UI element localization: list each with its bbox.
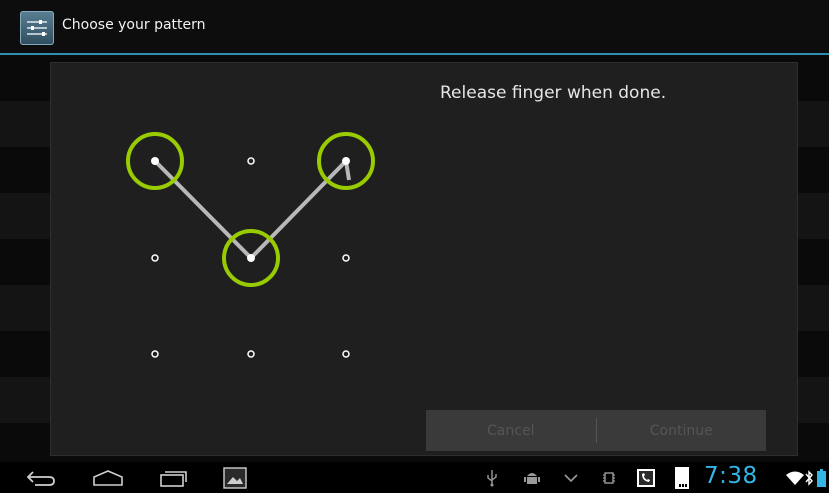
- sd-card-icon: [672, 462, 692, 493]
- download-icon: [561, 462, 581, 493]
- pattern-dot-9[interactable]: [342, 350, 350, 358]
- status-clock: 7:38: [704, 463, 758, 489]
- chip-icon: [599, 462, 619, 493]
- pattern-dot-4[interactable]: [151, 254, 159, 262]
- pattern-dot-1[interactable]: [151, 157, 159, 165]
- pattern-dot-7[interactable]: [151, 350, 159, 358]
- recent-apps-icon[interactable]: [153, 462, 193, 493]
- continue-button[interactable]: Continue: [597, 410, 767, 451]
- back-icon[interactable]: [20, 462, 60, 493]
- instruction-text: Release finger when done.: [440, 83, 667, 103]
- cancel-button[interactable]: Cancel: [426, 410, 596, 451]
- pattern-dot-5[interactable]: [247, 254, 255, 262]
- pattern-path-segment: [153, 159, 253, 260]
- button-bar: Cancel Continue: [426, 410, 766, 451]
- wifi-icon: [786, 462, 804, 493]
- pattern-dot-6[interactable]: [342, 254, 350, 262]
- pattern-path-segment: [249, 159, 348, 260]
- usb-icon: [482, 462, 502, 493]
- home-icon[interactable]: [88, 462, 128, 493]
- bluetooth-icon: [804, 462, 814, 493]
- screenshot-icon[interactable]: [220, 462, 250, 493]
- pattern-dot-2[interactable]: [247, 157, 255, 165]
- battery-icon: [815, 462, 827, 493]
- pattern-dot-3[interactable]: [342, 157, 350, 165]
- phone-icon: [636, 462, 656, 493]
- android-debug-icon: [522, 462, 542, 493]
- pattern-dot-8[interactable]: [247, 350, 255, 358]
